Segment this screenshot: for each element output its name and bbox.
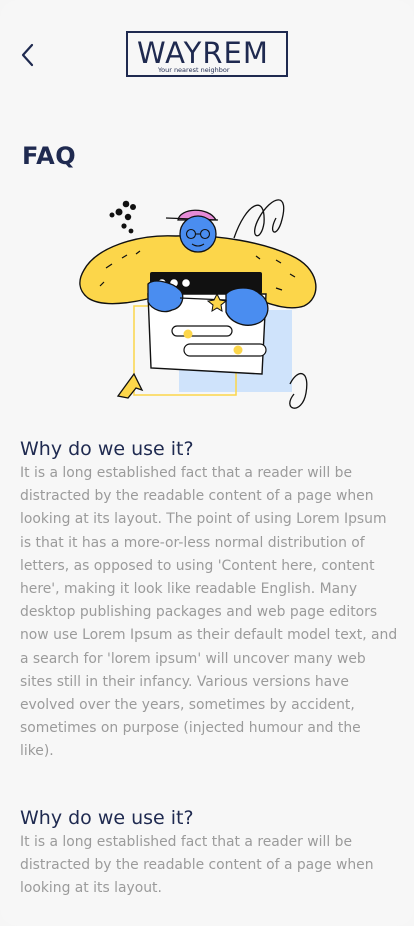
faq-answer: It is a long established fact that a rea…	[20, 465, 398, 760]
app-logo: WAYREM Your nearest neighbor	[126, 31, 288, 77]
faq-item: Why do we use it? It is a long establish…	[20, 436, 398, 764]
logo-tagline: Your nearest neighbor	[158, 66, 230, 74]
page-title: FAQ	[22, 142, 77, 170]
faq-answer: It is a long established fact that a rea…	[20, 834, 374, 897]
faq-illustration	[79, 199, 317, 409]
chevron-left-icon	[21, 43, 34, 67]
faq-question: Why do we use it?	[20, 807, 194, 829]
back-button[interactable]	[14, 40, 42, 70]
faq-item: Why do we use it? It is a long establish…	[20, 805, 398, 901]
faq-question: Why do we use it?	[20, 438, 194, 460]
logo-text: WAYREM	[137, 36, 269, 70]
faq-screen: WAYREM Your nearest neighbor FAQ Why do …	[0, 0, 414, 926]
